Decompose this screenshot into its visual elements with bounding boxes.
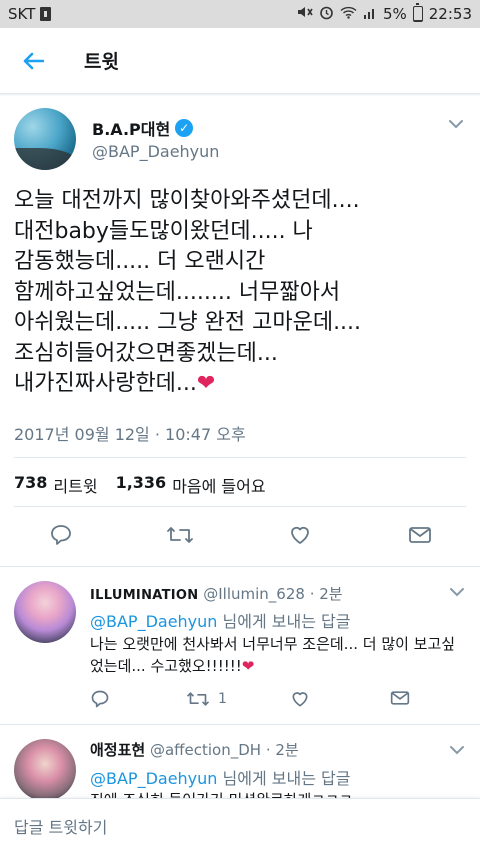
signal-icon — [363, 6, 377, 23]
reply-handle[interactable]: @Illumin_628 — [203, 585, 305, 603]
retweet-label[interactable]: 리트윗 — [53, 473, 97, 497]
reply-button[interactable] — [47, 521, 75, 549]
retweet-count[interactable]: 738 — [14, 473, 47, 497]
status-right: 5% 22:53 — [297, 3, 472, 24]
envelope-icon — [409, 527, 431, 543]
heart-outline-icon — [292, 692, 308, 707]
reply-menu-button[interactable] — [448, 583, 466, 601]
reply-compose-bar[interactable]: 답글 트윗하기 — [0, 798, 480, 853]
chevron-down-icon — [449, 120, 463, 129]
carrier-group: SKT — [8, 5, 52, 23]
heart-emoji: ❤ — [196, 371, 216, 396]
reply-context: @BAP_Daehyun 님에게 보내는 답글 — [90, 608, 350, 632]
reply-handle[interactable]: @affection_DH — [150, 741, 261, 759]
reply-mention[interactable]: @BAP_Daehyun — [90, 612, 217, 631]
retweet-icon — [167, 527, 193, 543]
reply-text: 나는 오랫만에 천사봐서 너무너무 조은데... 더 많이 보고싶었는데... … — [90, 633, 460, 677]
like-button[interactable] — [286, 521, 314, 549]
status-bar: SKT 5% 22:53 — [0, 0, 480, 28]
reply-menu-button[interactable] — [448, 741, 466, 759]
reply-tweet[interactable]: ILLUMINATION @Illumin_628 · 2분 @BAP_Daeh… — [0, 566, 480, 724]
tweet-body: 오늘 대전까지 많이찾아와주셨던데.... 대전baby들도많이왔던데.....… — [14, 188, 362, 396]
retweet-button[interactable]: 1 — [186, 689, 227, 709]
tweet-stats: 738 리트윗 1,336 마음에 들어요 — [14, 473, 278, 497]
retweet-icon — [187, 692, 209, 706]
heart-emoji: ❤ — [241, 657, 255, 675]
divider — [14, 506, 466, 507]
reply-actions: 1 — [90, 689, 430, 715]
chevron-down-icon — [450, 588, 464, 597]
clock: 22:53 — [428, 5, 472, 23]
reply-icon — [51, 525, 71, 545]
divider — [14, 457, 466, 458]
tweet-author: B.A.P대현 ✓ @BAP_Daehyun — [14, 108, 466, 172]
reply-avatar[interactable] — [14, 739, 76, 801]
author-display-name[interactable]: B.A.P대현 ✓ — [92, 116, 194, 140]
like-count[interactable]: 1,336 — [116, 473, 167, 497]
reply-context-suffix: 님에게 보내는 답글 — [217, 612, 351, 631]
envelope-icon — [390, 691, 410, 705]
tweet-timestamp: 2017년 09월 12일 · 10:47 오후 — [14, 425, 246, 444]
direct-message-button[interactable] — [406, 521, 434, 549]
wifi-icon — [340, 6, 357, 23]
tweet-menu-button[interactable] — [446, 114, 466, 134]
reply-icon — [91, 690, 109, 708]
app-header: 트윗 — [0, 28, 480, 94]
reply-retweet-count: 1 — [218, 691, 227, 707]
battery-icon — [412, 3, 423, 22]
tweet-text: 오늘 대전까지 많이찾아와주셨던데.... 대전baby들도많이왔던데.....… — [14, 186, 470, 400]
reply-avatar[interactable] — [14, 581, 76, 643]
notification-icon — [40, 7, 52, 21]
heart-outline-icon — [291, 526, 309, 544]
reply-age: · 2분 — [265, 741, 299, 759]
back-arrow-icon — [23, 52, 44, 69]
reply-age: · 2분 — [309, 585, 343, 603]
reply-context-suffix: 님에게 보내는 답글 — [217, 769, 351, 788]
carrier-label: SKT — [8, 5, 36, 23]
alarm-icon — [319, 5, 334, 24]
verified-badge-icon: ✓ — [175, 119, 194, 137]
like-label[interactable]: 마음에 들어요 — [172, 473, 265, 497]
reply-name[interactable]: 애정표현 — [90, 741, 145, 759]
reply-mention[interactable]: @BAP_Daehyun — [90, 769, 217, 788]
author-handle[interactable]: @BAP_Daehyun — [92, 142, 219, 161]
battery-percent: 5% — [382, 5, 407, 23]
tweet-actions — [0, 521, 480, 555]
reply-context: @BAP_Daehyun 님에게 보내는 답글 — [90, 765, 350, 789]
reply-header: 애정표현 @affection_DH · 2분 — [90, 739, 299, 760]
reply-tweet[interactable]: 애정표현 @affection_DH · 2분 @BAP_Daehyun 님에게… — [0, 724, 480, 809]
reply-body: 나는 오랫만에 천사봐서 너무너무 조은데... 더 많이 보고싶었는데... … — [90, 635, 456, 675]
page-title: 트윗 — [84, 51, 119, 73]
author-avatar[interactable] — [14, 108, 76, 170]
direct-message-button[interactable] — [390, 689, 410, 707]
reply-name[interactable]: ILLUMINATION — [90, 588, 198, 603]
chevron-down-icon — [450, 746, 464, 755]
retweet-button[interactable] — [166, 521, 194, 549]
author-name: B.A.P대현 — [92, 120, 171, 139]
compose-placeholder: 답글 트윗하기 — [14, 818, 108, 837]
reply-button[interactable] — [90, 689, 110, 709]
mute-icon — [297, 5, 313, 23]
back-button[interactable] — [0, 28, 66, 94]
reply-header: ILLUMINATION @Illumin_628 · 2분 — [90, 583, 343, 604]
like-button[interactable] — [290, 689, 310, 709]
